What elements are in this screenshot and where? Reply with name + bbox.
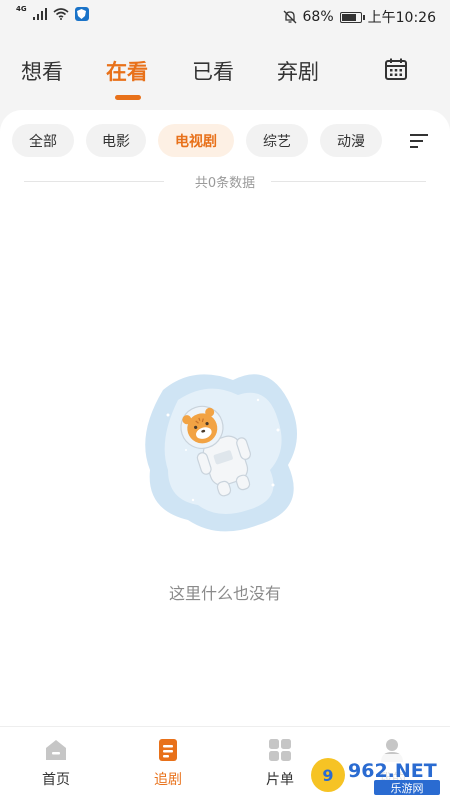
data-count-label: 共0条数据 [194,176,256,191]
tab-watching[interactable]: 在看 [106,56,148,86]
svg-text:9: 9 [322,766,333,785]
wifi-icon [53,8,69,20]
chip-variety[interactable]: 综艺 [246,124,308,157]
count-divider: 共0条数据 [24,170,426,192]
nav-tracking[interactable]: 追剧 [128,737,208,789]
chip-tv-series[interactable]: 电视剧 [158,124,234,157]
category-filter-bar: 全部 电影 电视剧 综艺 动漫 [12,124,438,158]
battery-icon [339,11,365,23]
grid-icon [269,739,291,761]
battery-percent: 68% [302,9,334,25]
home-icon [46,740,66,760]
mute-bell-icon [283,10,296,24]
watch-status-tabs: 想看 在看 已看 弃剧 [0,32,450,110]
calendar-icon[interactable] [384,57,408,81]
tab-watched[interactable]: 已看 [192,56,234,86]
tab-want-to-watch[interactable]: 想看 [21,56,63,86]
nav-home-label: 首页 [42,772,70,788]
active-tab-indicator [115,95,141,100]
chip-movie[interactable]: 电影 [86,124,146,157]
tab-dropped[interactable]: 弃剧 [277,56,319,86]
security-app-icon [74,7,89,21]
bottom-navigation: 首页 追剧 片单 我的 9 962.NET 乐游网 [0,726,450,800]
chip-anime[interactable]: 动漫 [320,124,382,157]
sort-icon[interactable] [408,131,430,151]
content-panel: 全部 电影 电视剧 综艺 动漫 共0条数据 这里什么也没有 [0,110,450,726]
chip-all[interactable]: 全部 [12,124,74,157]
nav-home[interactable]: 首页 [16,737,96,789]
clock: 上午10:26 [367,10,436,26]
document-icon [159,739,177,761]
signal-icon [32,8,47,20]
network-type: 4G [16,5,27,13]
empty-state-illustration [145,374,297,532]
empty-state-message: 这里什么也没有 [168,584,281,603]
watermark-brand: 962.NET [348,760,437,782]
watermark-logo: 9 962.NET 乐游网 [306,754,444,796]
watermark-subtitle: 乐游网 [391,782,424,795]
status-bar: 4G 68% 上午10:26 [0,0,450,32]
nav-tracking-label: 追剧 [154,772,182,788]
